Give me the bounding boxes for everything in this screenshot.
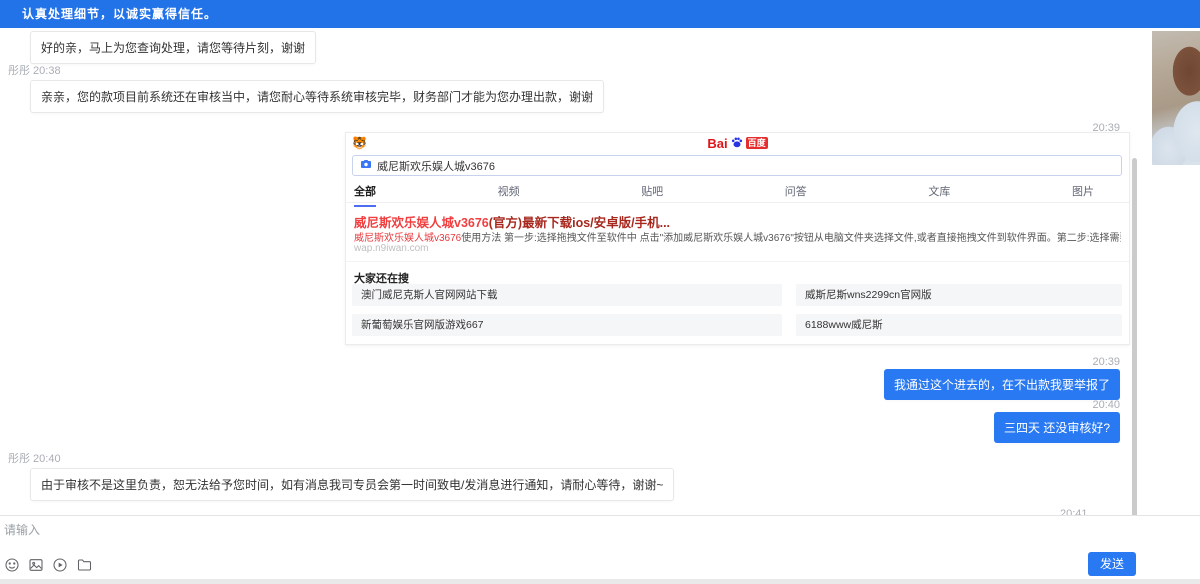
- result-title-highlight: 威尼斯欢乐娱人城v3676: [354, 216, 489, 230]
- related-search-chip: 威斯尼斯wns2299cn官网版: [796, 284, 1122, 306]
- user-message-bubble: 三四天 还没审核好?: [994, 412, 1120, 443]
- message-timestamp: 20:40: [1092, 399, 1120, 411]
- baidu-search-input: 威尼斯欢乐娱人城v3676: [352, 155, 1122, 176]
- message-composer[interactable]: 请输入 发送: [0, 515, 1200, 579]
- baidu-tabs: 全部 视频 贴吧 问答 文库 图片: [354, 183, 1094, 207]
- search-query-text: 威尼斯欢乐娱人城v3676: [377, 158, 495, 174]
- related-search-chip: 新葡萄娱乐官网版游戏667: [352, 314, 782, 336]
- contact-photo: [1152, 31, 1200, 165]
- tab-tieba: 贴吧: [641, 183, 663, 207]
- image-upload-icon[interactable]: [28, 557, 44, 573]
- search-result-url: wap.n9iwan.com: [354, 243, 428, 254]
- clipped-timestamp-wrap: 20:41: [1060, 504, 1120, 515]
- bottom-scrollbar-track: [0, 579, 1200, 584]
- agent-message-bubble: 亲亲，您的款项目前系统还在审核当中，请您耐心等待系统审核完毕，财务部门才能为您办…: [30, 80, 604, 113]
- baidu-logo-badge: 百度: [746, 137, 768, 149]
- tab-qa: 问答: [785, 183, 807, 207]
- agent-message-text: 亲亲，您的款项目前系统还在审核当中，请您耐心等待系统审核完毕，财务部门才能为您办…: [41, 90, 593, 104]
- tab-wenku: 文库: [928, 183, 950, 207]
- result-title-rest: (官方)最新下载ios/安卓版/手机...: [489, 216, 670, 230]
- agent-name-timestamp: 彤彤 20:38: [8, 62, 61, 78]
- video-icon[interactable]: [52, 557, 68, 573]
- notice-banner-text: 认真处理细节，以诚实赢得信任。: [22, 7, 217, 21]
- baidu-screenshot-attachment[interactable]: 🐯 Bai 百度 威尼斯欢乐娱人城v3676 全部 视频 贴吧 问答 文库 图片…: [345, 132, 1130, 345]
- related-search-chip: 澳门威尼克斯人官网网站下载: [352, 284, 782, 306]
- message-timestamp: 20:41: [1060, 508, 1088, 515]
- agent-message-bubble: 好的亲，马上为您查询处理，请您等待片刻，谢谢: [30, 31, 316, 64]
- composer-toolbar: [4, 557, 93, 573]
- agent-message-bubble: 由于审核不是这里负责，恕无法给予您时间，如有消息我司专员会第一时间致电/发消息进…: [30, 468, 674, 501]
- send-button[interactable]: 发送: [1088, 552, 1136, 576]
- message-timestamp: 20:39: [1092, 356, 1120, 368]
- agent-message-text: 由于审核不是这里负责，恕无法给予您时间，如有消息我司专员会第一时间致电/发消息进…: [41, 478, 663, 492]
- chat-scrollbar[interactable]: [1132, 158, 1137, 520]
- baidu-logo: Bai 百度: [346, 135, 1129, 151]
- tab-video: 视频: [498, 183, 520, 207]
- user-message-text: 三四天 还没审核好?: [1004, 421, 1110, 435]
- result-divider: [346, 261, 1129, 262]
- tab-images: 图片: [1072, 183, 1094, 207]
- baidu-logo-text: Bai: [707, 136, 727, 151]
- baidu-paw-icon: [730, 135, 744, 152]
- agent-name-timestamp: 彤彤 20:40: [8, 450, 61, 466]
- message-input[interactable]: 请输入: [4, 521, 40, 538]
- chat-app-screen: 认真处理细节，以诚实赢得信任。 好的亲，马上为您查询处理，请您等待片刻，谢谢 彤…: [0, 0, 1200, 584]
- notice-banner: 认真处理细节，以诚实赢得信任。: [0, 0, 1200, 28]
- user-message-text: 我通过这个进去的，在不出款我要举报了: [894, 378, 1110, 392]
- related-search-chip: 6188www威尼斯: [796, 314, 1122, 336]
- result-desc-rest: 使用方法 第一步:选择拖拽文件至软件中 点击"添加威尼斯欢乐娱人城v3676"按…: [461, 233, 1121, 244]
- search-result-description: 威尼斯欢乐娱人城v3676使用方法 第一步:选择拖拽文件至软件中 点击"添加威尼…: [354, 229, 1121, 244]
- emoji-icon[interactable]: [4, 557, 20, 573]
- user-message-bubble: 我通过这个进去的，在不出款我要举报了: [884, 369, 1120, 400]
- tab-all: 全部: [354, 183, 376, 207]
- tabs-divider: [346, 202, 1129, 203]
- camera-icon: [360, 158, 372, 173]
- agent-message-text: 好的亲，马上为您查询处理，请您等待片刻，谢谢: [41, 41, 305, 55]
- folder-icon[interactable]: [76, 557, 93, 573]
